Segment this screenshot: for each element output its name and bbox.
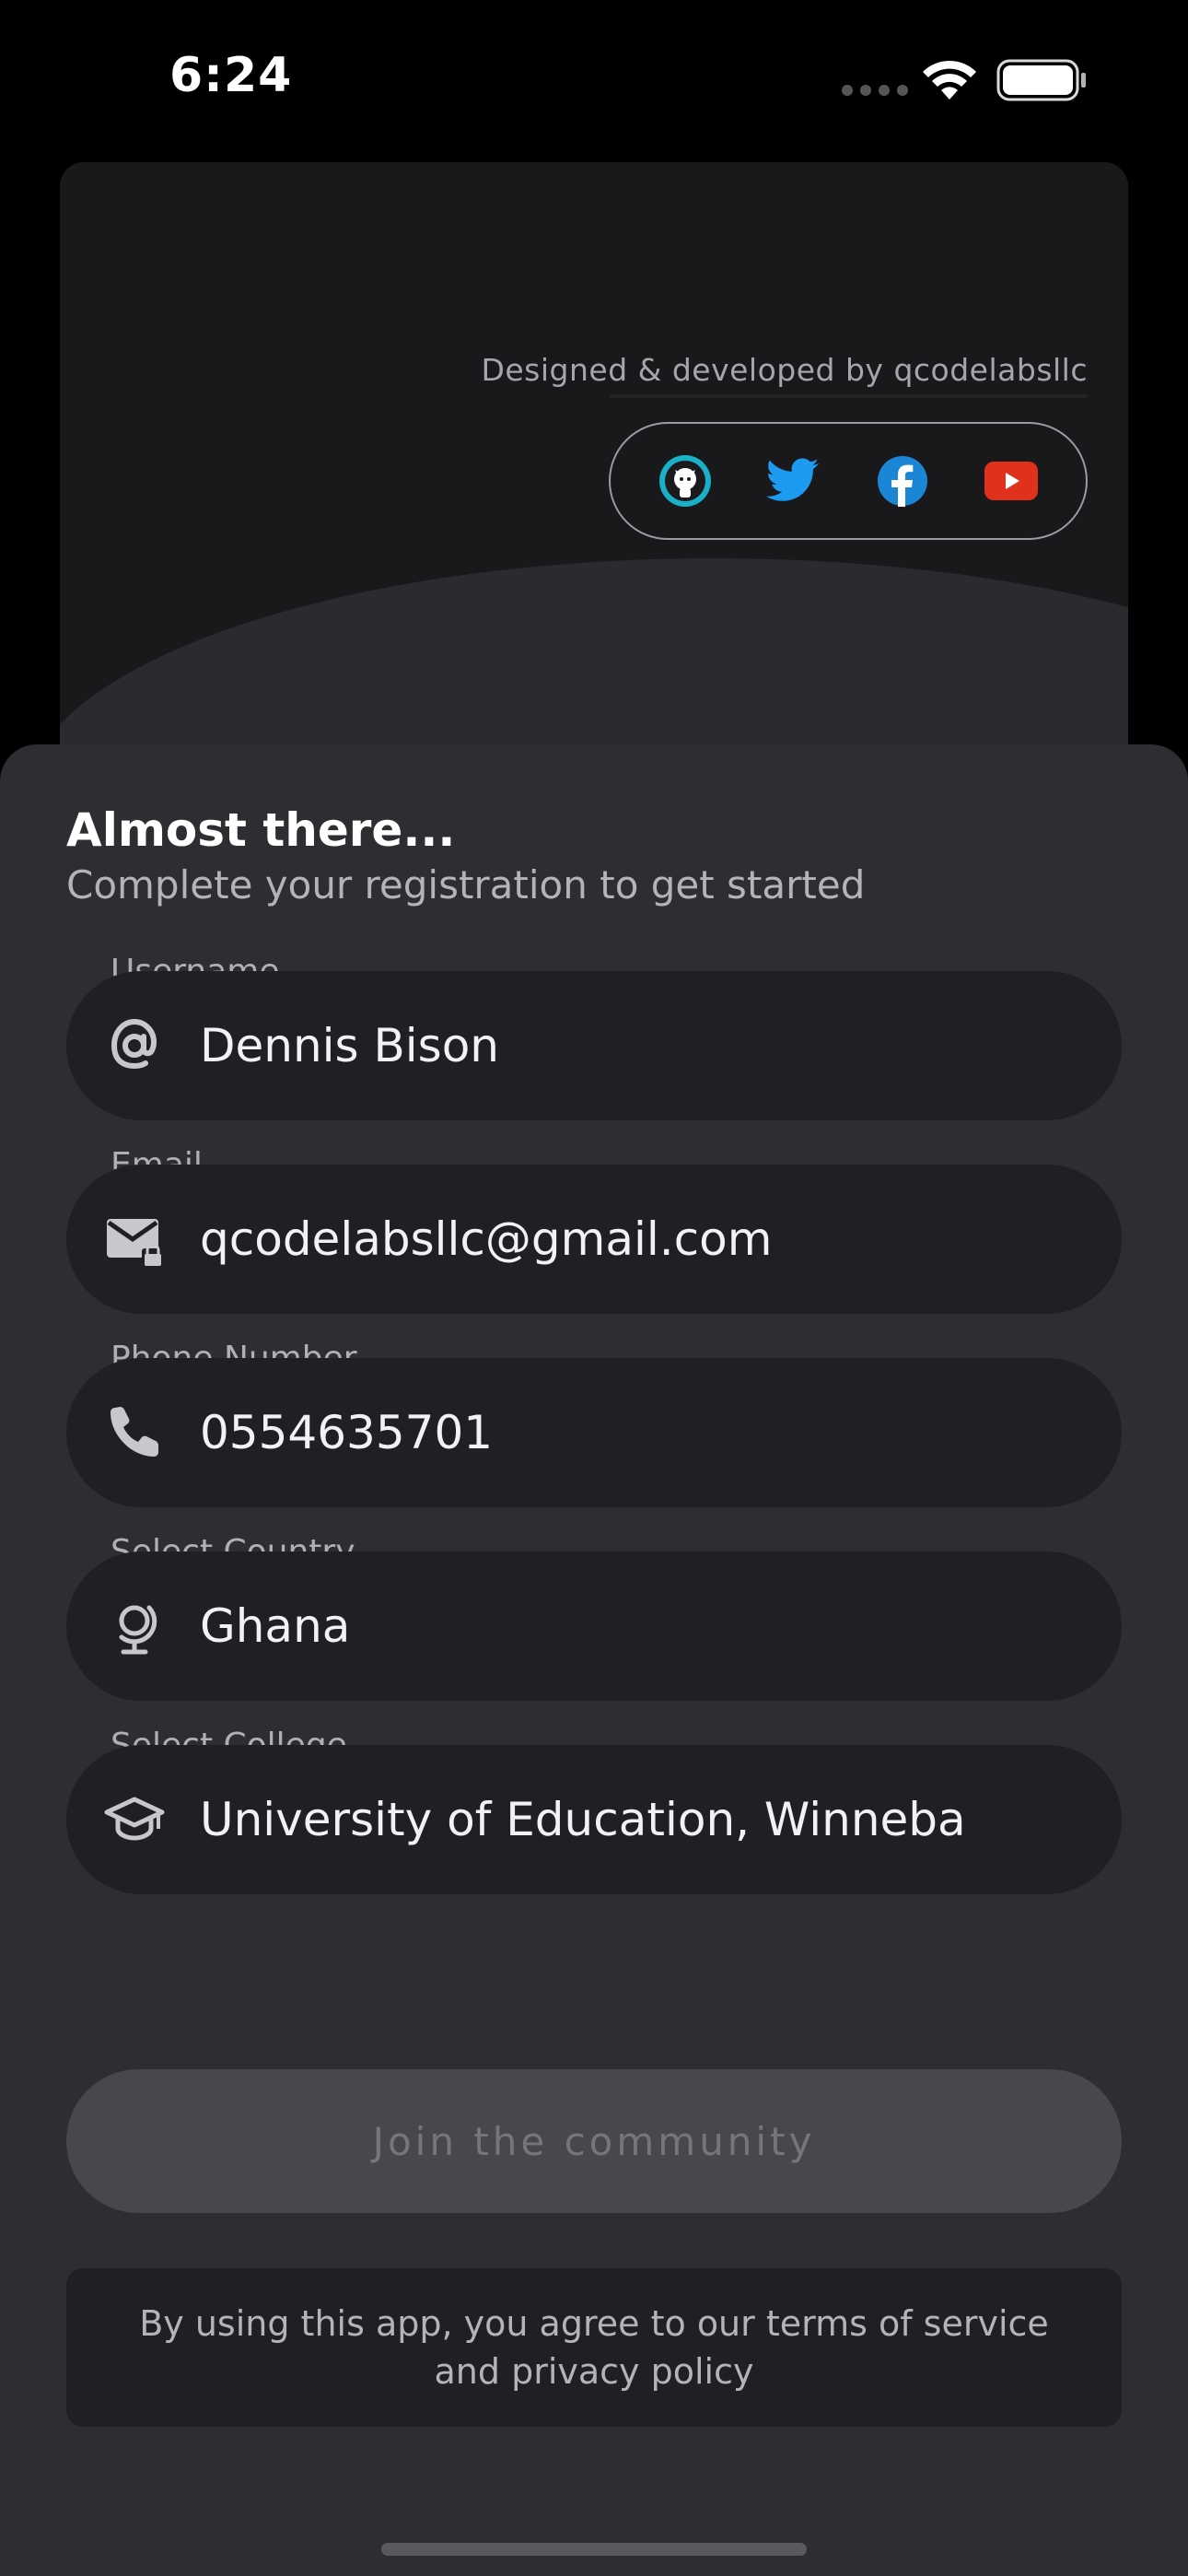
social-links [609,422,1088,540]
country-value: Ghana [200,1599,351,1653]
college-select[interactable]: University of Education, Winneba [66,1745,1122,1894]
phone-value: 0554635701 [200,1406,494,1459]
registration-screen: 6:24 Designed & developed by qcodelabsll… [0,0,1188,2576]
youtube-icon [984,462,1038,500]
at-icon [111,1018,157,1070]
graduation-cap-icon [104,1797,165,1841]
phone-icon [111,1407,158,1457]
github-icon [659,455,711,507]
github-button[interactable] [656,451,715,510]
developer-credit: Designed & developed by qcodelabsllc [481,352,1088,388]
wifi-icon [923,60,976,100]
registration-sheet: Almost there... Complete your registrati… [0,744,1188,2576]
sheet-title: Almost there... [66,803,456,857]
facebook-icon [878,456,927,507]
credit-divider [609,394,1088,398]
sheet-subtitle: Complete your registration to get starte… [66,862,866,907]
cellular-signal-icon [842,85,908,96]
status-time: 6:24 [169,48,293,103]
globe-icon [119,1605,157,1655]
email-value: qcodelabsllc@gmail.com [200,1212,773,1266]
home-indicator[interactable] [381,2543,807,2556]
terms-notice: By using this app, you agree to our term… [66,2268,1122,2427]
join-community-button[interactable]: Join the community [66,2069,1122,2213]
twitter-icon [767,458,819,501]
country-select[interactable]: Ghana [66,1551,1122,1701]
email-lock-icon [107,1219,164,1267]
battery-icon [996,59,1086,101]
twitter-button[interactable] [764,451,823,510]
college-value: University of Education, Winneba [200,1793,966,1846]
email-field[interactable]: qcodelabsllc@gmail.com [66,1165,1122,1314]
username-field[interactable]: Dennis Bison [66,971,1122,1120]
phone-field[interactable]: 0554635701 [66,1358,1122,1507]
username-value: Dennis Bison [200,1019,499,1072]
facebook-button[interactable] [873,451,932,510]
youtube-button[interactable] [982,451,1041,510]
